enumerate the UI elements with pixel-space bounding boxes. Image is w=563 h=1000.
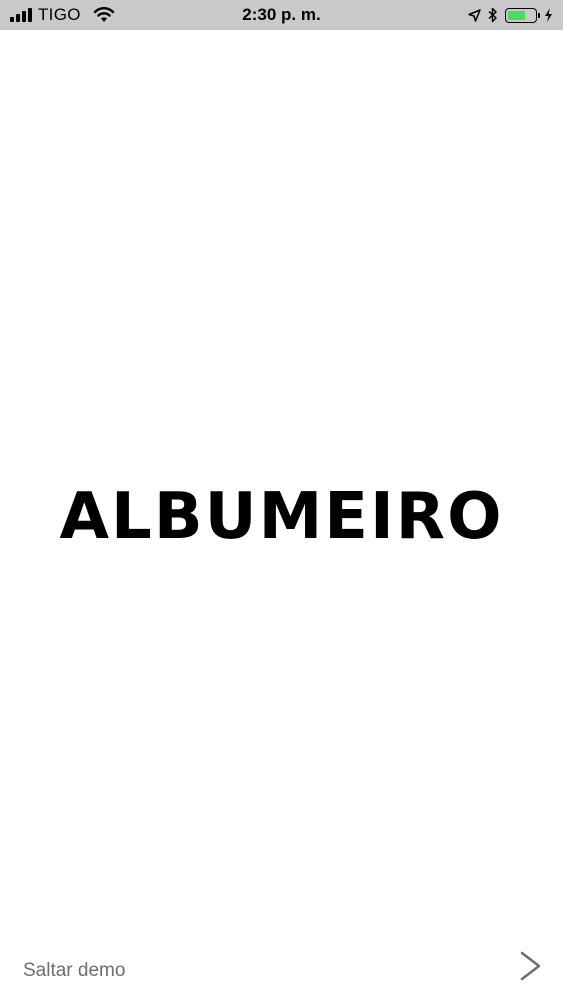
battery-icon (505, 7, 540, 23)
status-bar: TIGO 2:30 p. m. (0, 0, 563, 30)
battery-level (508, 10, 525, 20)
chevron-right-icon[interactable] (519, 950, 543, 982)
skip-demo-button[interactable]: Saltar demo (23, 960, 125, 982)
bluetooth-icon (488, 7, 497, 23)
location-arrow-icon (468, 8, 481, 22)
screen: TIGO 2:30 p. m. ALBUMEIRO Saltar demo (0, 0, 563, 1000)
app-logo: ALBUMEIRO (59, 480, 504, 554)
status-right (468, 5, 553, 25)
charging-bolt-icon (545, 8, 552, 22)
